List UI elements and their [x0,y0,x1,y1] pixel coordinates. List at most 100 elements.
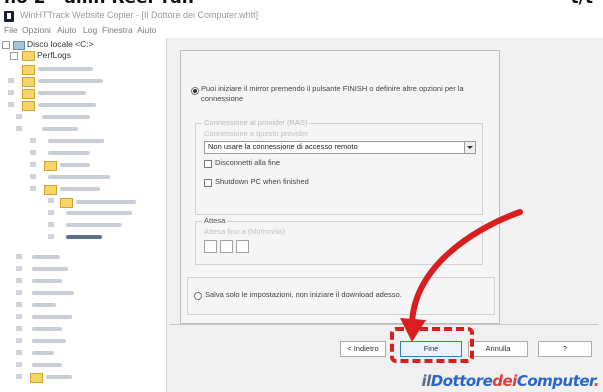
blurred-expander [16,254,22,259]
menu-aiuto-2[interactable]: Aiuto [137,25,156,35]
blurred-expander [16,266,22,271]
blurred-tree-item [48,151,90,155]
blurred-tree-item [48,175,110,179]
blurred-tree-item [66,223,122,227]
title-bar: WinHTTrack Website Copier - [Il Dottore … [0,8,603,24]
watermark-part: . [593,372,600,390]
back-button[interactable]: < Indietro [340,341,386,357]
blurred-tree-item [32,279,62,283]
help-button[interactable]: ? [538,341,592,357]
chevron-down-icon[interactable] [464,142,475,153]
blurred-expander [8,102,14,107]
blurred-tree-item [38,91,86,95]
menu-bar: File Opzioni Aiuto Log Finestra Aiuto [0,24,603,38]
folder-icon [22,51,35,61]
folder-icon [44,161,57,171]
connection-select-value: Non usare la connessione di accesso remo… [208,142,358,151]
folder-icon [30,373,43,383]
blurred-expander [48,210,54,215]
blurred-expander [30,186,36,191]
connection-group-title: Connessione al provider (RAS) [202,118,310,127]
blurred-tree-item [38,103,96,107]
app-window: WinHTTrack Website Copier - [Il Dottore … [0,8,603,392]
tree-item-drive[interactable]: Disco locale <C:> [2,39,162,50]
blurred-expander [16,338,22,343]
cancel-button[interactable]: Annulla [468,341,528,357]
blurred-tree-item [32,315,72,319]
save-only-label: Salva solo le impostazioni, non iniziare… [205,290,402,299]
minutes-input[interactable] [220,240,233,253]
blurred-expander [48,198,54,203]
blurred-tree-item [42,127,78,131]
blurred-tree-item [60,187,100,191]
expand-icon[interactable] [10,52,18,60]
blurred-expander [16,114,22,119]
folder-tree[interactable]: Disco locale <C:> PerfLogs [0,38,167,392]
wizard-panel: Puoi iniziare il mirror premendo il puls… [180,50,500,324]
connection-select[interactable]: Non usare la connessione di accesso remo… [204,141,476,154]
seconds-input[interactable] [236,240,249,253]
blurred-expander [16,362,22,367]
menu-finestra[interactable]: Finestra [102,25,133,35]
blurred-tree-item [32,351,54,355]
tree-item-perflogs[interactable]: PerfLogs [2,50,162,61]
blurred-tree-item [32,267,68,271]
connection-group-subtitle: Connessione a questo provider [204,129,308,138]
blurred-expander [16,326,22,331]
shutdown-checkbox[interactable] [204,179,212,187]
blurred-expander [30,150,36,155]
collapse-icon[interactable] [2,41,10,49]
blurred-tree-item [32,291,74,295]
page-heading-strip: no 2 - allin Reer ran t/t [0,0,603,8]
blurred-expander [16,374,22,379]
tree-item-label: PerfLogs [37,50,72,60]
blurred-expander [8,78,14,83]
blurred-expander [16,314,22,319]
drive-icon [13,41,25,50]
wait-group-title: Attesa [202,216,228,225]
blurred-tree-item [38,67,93,71]
blurred-tree-item-selected [66,235,102,239]
wait-group-subtitle: Attesa fino a (hh/mm/ss) [204,227,286,236]
page-heading-text: no 2 - allin Reer ran [4,0,194,8]
watermark-part: Dottore [430,372,493,390]
watermark-part: Computer [516,372,594,390]
disconnect-checkbox[interactable] [204,160,212,168]
site-watermark-logo: ilDottoredeiComputer. [421,372,599,390]
connection-groupbox: Connessione al provider (RAS) Connession… [195,118,483,215]
page-heading-right: t/t [571,0,593,8]
blurred-tree-item [46,375,72,379]
blurred-expander [16,278,22,283]
start-mirror-radio[interactable] [191,87,199,95]
blurred-expander [16,302,22,307]
blurred-expander [8,90,14,95]
shutdown-label: Shutdown PC when finished [215,177,309,186]
blurred-expander [30,162,36,167]
disconnect-label: Disconnetti alla fine [215,158,281,167]
blurred-tree-item [32,363,62,367]
blurred-tree-item [76,200,136,204]
menu-aiuto[interactable]: Aiuto [57,25,76,35]
menu-log[interactable]: Log [83,25,97,35]
window-title: WinHTTrack Website Copier - [Il Dottore … [20,10,259,20]
blurred-tree-item [60,163,90,167]
blurred-expander [16,350,22,355]
folder-icon [60,198,73,208]
menu-opzioni[interactable]: Opzioni [22,25,51,35]
tree-item-label: Disco locale <C:> [27,39,94,49]
blurred-expander [48,234,54,239]
menu-file[interactable]: File [4,25,18,35]
blurred-expander [30,138,36,143]
blurred-tree-item [38,79,103,83]
blurred-tree-item [32,327,62,331]
folder-icon [22,77,35,87]
blurred-tree-item [48,139,104,143]
watermark-part: dei [492,372,517,390]
save-only-radio[interactable] [194,292,202,300]
blurred-expander [30,174,36,179]
finish-highlight-box [390,327,474,363]
folder-icon [22,101,35,111]
blurred-tree-item [42,115,90,119]
folder-icon [44,185,57,195]
hours-input[interactable] [204,240,217,253]
